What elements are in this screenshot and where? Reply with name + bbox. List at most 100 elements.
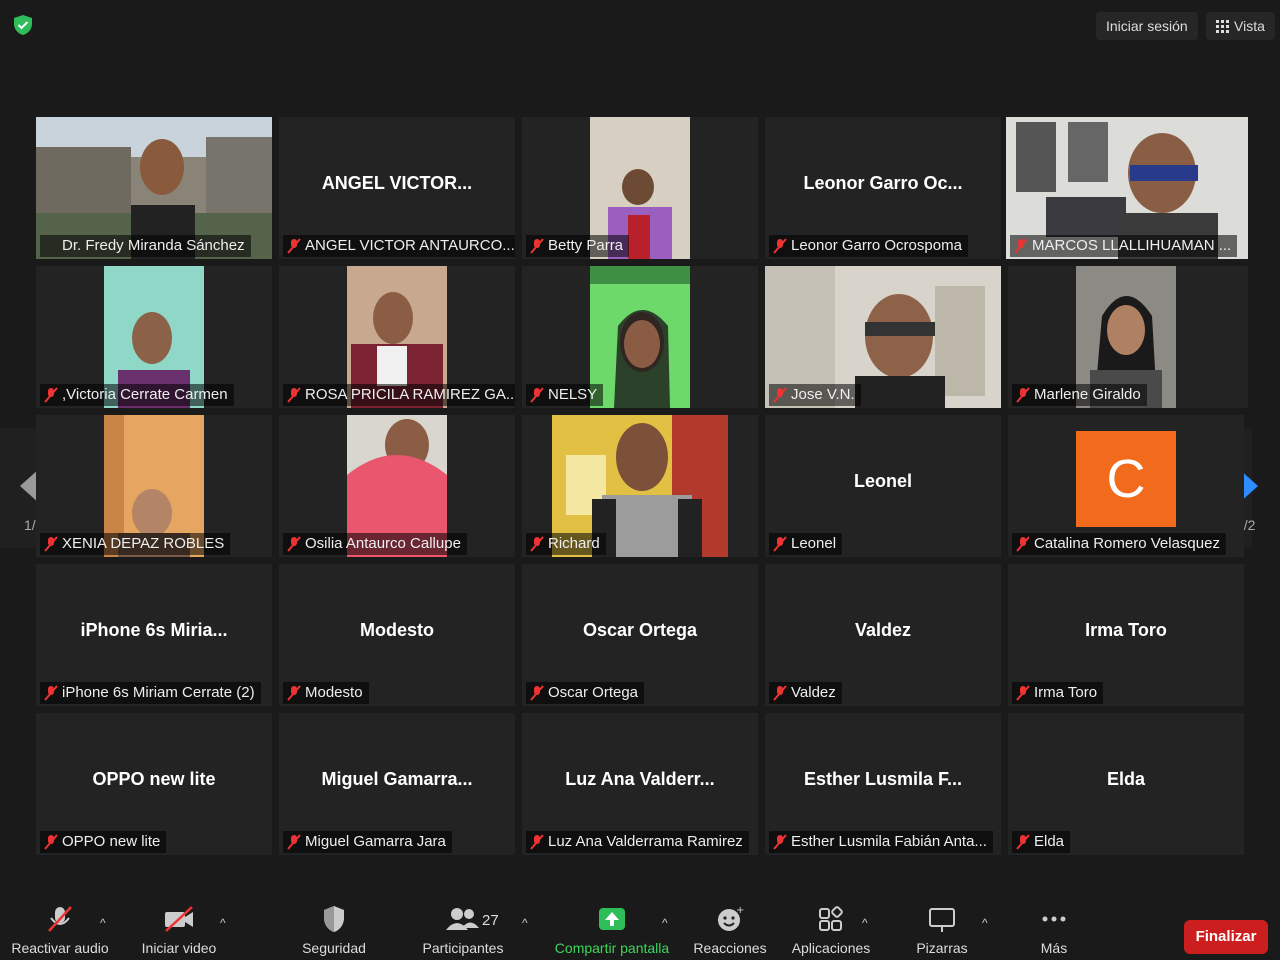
participant-tile[interactable]: ,Victoria Cerrate Carmen — [36, 266, 272, 408]
muted-mic-icon — [773, 536, 787, 552]
participant-name: Jose V.N. — [769, 384, 861, 406]
end-meeting-button[interactable]: Finalizar — [1184, 920, 1268, 954]
svg-text:+: + — [736, 905, 744, 916]
participant-name: Leonel — [769, 533, 843, 555]
participant-tile[interactable]: ROSA PRICILA RAMIREZ GA... — [279, 266, 515, 408]
participant-tile[interactable]: Betty Parra — [522, 117, 758, 259]
shield-icon — [324, 906, 344, 932]
participant-tile[interactable]: Leonor Garro Oc... Leonor Garro Ocrospom… — [765, 117, 1001, 259]
reactions-label: Reacciones — [693, 940, 767, 956]
participant-tile[interactable]: Miguel Gamarra... Miguel Gamarra Jara — [279, 713, 515, 855]
video-options-caret[interactable]: ^ — [220, 916, 226, 930]
participant-tile[interactable]: Osilia Antaurco Callupe — [279, 415, 515, 557]
reactions-button[interactable]: + Reacciones — [690, 904, 770, 956]
participant-display-name: ANGEL VICTOR... — [321, 173, 473, 193]
security-button[interactable]: Seguridad — [292, 904, 376, 956]
participant-name: Osilia Antaurco Callupe — [283, 533, 467, 555]
muted-mic-icon — [287, 834, 301, 850]
participant-tile[interactable]: C Catalina Romero Velasquez — [1008, 415, 1244, 557]
whiteboards-label: Pizarras — [916, 940, 968, 956]
participant-tile[interactable]: Irma Toro Irma Toro — [1008, 564, 1244, 706]
muted-mic-icon — [1014, 238, 1028, 254]
active-speaker-tile[interactable]: MARCOS LLALLIHUAMAN ... — [1006, 117, 1248, 259]
participant-tile[interactable]: Richard — [522, 415, 758, 557]
participant-name: Oscar Ortega — [526, 682, 645, 704]
meeting-toolbar: Reactivar audio ^ Iniciar video ^ Seguri… — [0, 896, 1280, 960]
muted-mic-icon — [530, 685, 544, 701]
apps-options-caret[interactable]: ^ — [862, 916, 868, 930]
view-label: Vista — [1234, 18, 1265, 34]
muted-mic-icon — [530, 834, 544, 850]
participant-tile[interactable]: Esther Lusmila F... Esther Lusmila Fabiá… — [765, 713, 1001, 855]
participant-tile[interactable]: XENIA DEPAZ ROBLES — [36, 415, 272, 557]
participant-tile[interactable]: Modesto Modesto — [279, 564, 515, 706]
view-button[interactable]: Vista — [1206, 12, 1275, 40]
encryption-shield-icon[interactable] — [12, 14, 34, 36]
participant-name: ANGEL VICTOR ANTAURCO... — [283, 235, 515, 257]
whiteboard-icon — [929, 908, 955, 932]
sign-in-button[interactable]: Iniciar sesión — [1096, 12, 1198, 40]
participant-display-name: Miguel Gamarra... — [321, 769, 473, 789]
participant-display-name: Esther Lusmila F... — [803, 769, 963, 789]
muted-mic-icon — [1016, 834, 1030, 850]
participant-display-name: Valdez — [854, 620, 912, 640]
unmute-audio-button[interactable]: Reactivar audio — [8, 904, 112, 956]
participant-tile[interactable]: Dr. Fredy Miranda Sánchez — [36, 117, 272, 259]
participant-tile[interactable]: OPPO new lite OPPO new lite — [36, 713, 272, 855]
audio-options-caret[interactable]: ^ — [100, 916, 106, 930]
participant-name: Luz Ana Valderrama Ramirez — [526, 831, 749, 853]
participant-tile[interactable]: Oscar Ortega Oscar Ortega — [522, 564, 758, 706]
video-off-icon — [165, 906, 193, 932]
participants-icon — [446, 908, 479, 930]
participant-tile[interactable]: NELSY — [522, 266, 758, 408]
muted-mic-icon — [287, 536, 301, 552]
participant-display-name: Leonel — [853, 471, 912, 491]
participant-name: Irma Toro — [1012, 682, 1104, 704]
grid-view-icon — [1216, 20, 1229, 33]
more-label: Más — [1040, 940, 1068, 956]
participants-options-caret[interactable]: ^ — [522, 916, 528, 930]
participant-video — [590, 266, 690, 408]
participant-name: Modesto — [283, 682, 369, 704]
participant-count: 27 — [482, 912, 499, 929]
apps-button[interactable]: Aplicaciones — [786, 904, 876, 956]
participant-display-name: iPhone 6s Miria... — [80, 620, 228, 640]
participant-tile[interactable]: Elda Elda — [1008, 713, 1244, 855]
muted-mic-icon — [530, 387, 544, 403]
whiteboards-button[interactable]: Pizarras — [908, 904, 976, 956]
muted-mic-icon — [287, 685, 301, 701]
participant-tile[interactable]: iPhone 6s Miria... iPhone 6s Miriam Cerr… — [36, 564, 272, 706]
muted-mic-icon — [1016, 685, 1030, 701]
muted-mic-icon — [773, 685, 787, 701]
muted-mic-icon — [44, 685, 58, 701]
more-icon — [1042, 916, 1066, 922]
participant-name: iPhone 6s Miriam Cerrate (2) — [40, 682, 261, 704]
participant-tile[interactable]: ANGEL VICTOR... ANGEL VICTOR ANTAURCO... — [279, 117, 515, 259]
smiley-icon: + — [718, 905, 744, 931]
more-button[interactable]: Más — [1028, 904, 1080, 956]
participant-tile[interactable]: Leonel Leonel — [765, 415, 1001, 557]
muted-mic-icon — [287, 238, 301, 254]
participant-name: Catalina Romero Velasquez — [1012, 533, 1226, 555]
participant-display-name: Oscar Ortega — [582, 620, 698, 640]
start-video-button[interactable]: Iniciar video — [134, 904, 224, 956]
participant-display-name: Modesto — [360, 620, 434, 640]
participant-display-name: OPPO new lite — [92, 769, 216, 789]
whiteboards-options-caret[interactable]: ^ — [982, 916, 988, 930]
participant-name: Marlene Giraldo — [1012, 384, 1147, 406]
participants-label: Participantes — [422, 940, 504, 956]
share-screen-label: Compartir pantalla — [554, 940, 670, 956]
participant-name: Dr. Fredy Miranda Sánchez — [40, 235, 251, 257]
muted-mic-icon — [530, 238, 544, 254]
participant-tile[interactable]: Luz Ana Valderr... Luz Ana Valderrama Ra… — [522, 713, 758, 855]
share-options-caret[interactable]: ^ — [662, 916, 668, 930]
muted-mic-icon — [44, 387, 58, 403]
participant-name: Miguel Gamarra Jara — [283, 831, 452, 853]
participant-tile[interactable]: Valdez Valdez — [765, 564, 1001, 706]
participant-display-name: Luz Ana Valderr... — [565, 769, 715, 789]
avatar: C — [1076, 431, 1176, 527]
participant-tile[interactable]: Jose V.N. — [765, 266, 1001, 408]
muted-mic-icon — [773, 238, 787, 254]
participant-tile[interactable]: Marlene Giraldo — [1008, 266, 1248, 408]
share-screen-button[interactable]: Compartir pantalla — [548, 904, 676, 956]
